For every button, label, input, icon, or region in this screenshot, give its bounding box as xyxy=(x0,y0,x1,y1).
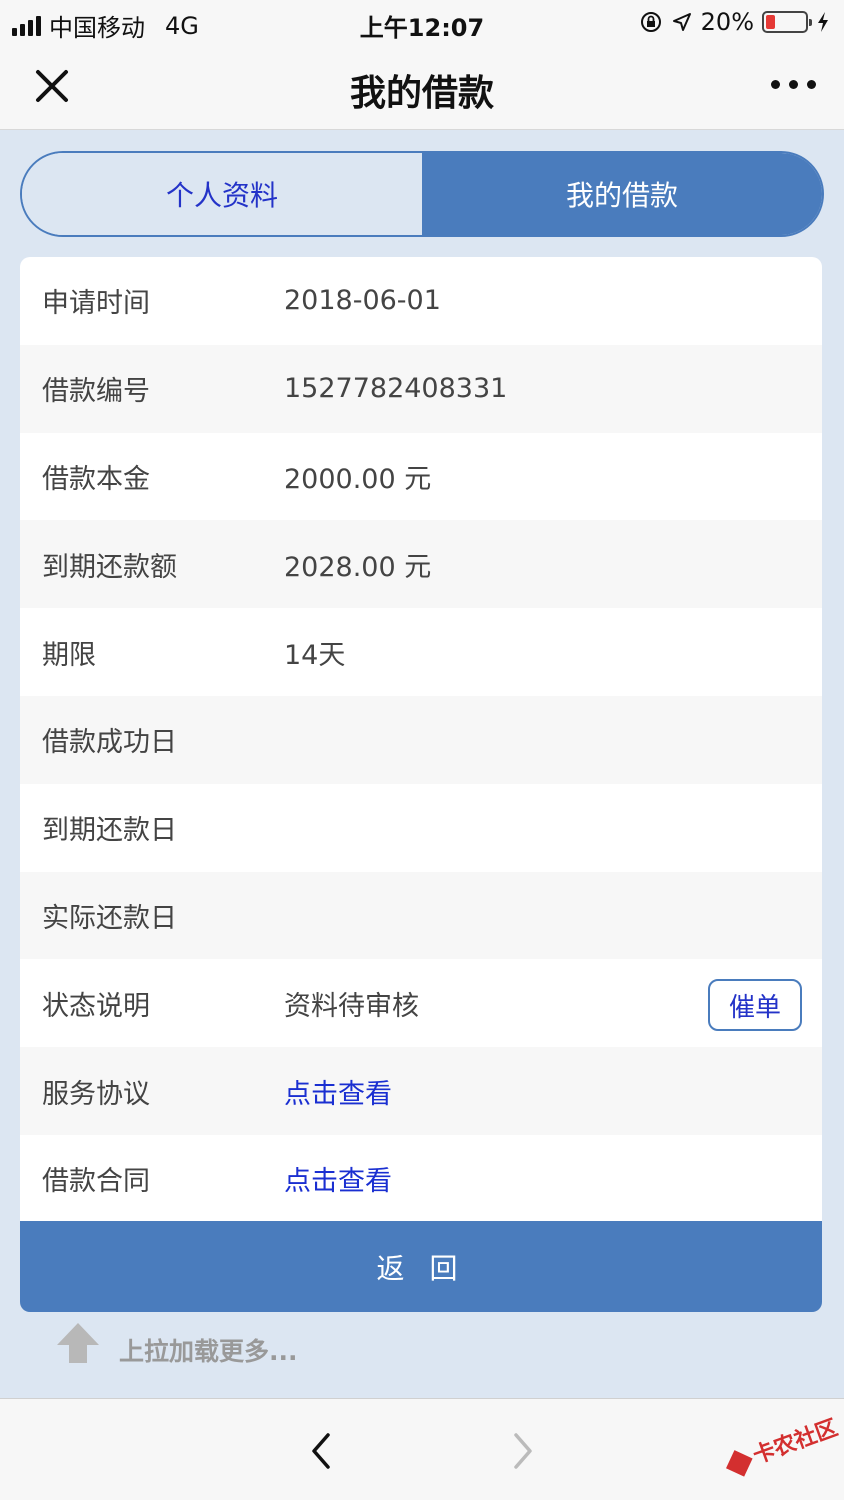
row-label: 实际还款日 xyxy=(42,902,177,934)
row-value: 2028.00 元 xyxy=(284,551,432,583)
loan-details-card: 申请时间 2018-06-01 借款编号 1527782408331 借款本金 … xyxy=(20,257,822,1223)
chevron-right-icon xyxy=(514,1433,532,1469)
more-options-icon[interactable] xyxy=(771,80,816,89)
row-value: 1527782408331 xyxy=(284,373,508,405)
load-more-text: 上拉加载更多... xyxy=(119,1337,298,1366)
back-button[interactable]: 返 回 xyxy=(20,1221,822,1312)
row-label: 借款编号 xyxy=(42,376,150,408)
page-title: 我的借款 xyxy=(349,73,494,114)
row-label: 借款本金 xyxy=(42,463,150,495)
status-bar: 中国移动 4G 上午12:07 20% xyxy=(0,0,844,44)
watermark-text: 卡农社区 xyxy=(749,1415,842,1470)
row-due-amount: 到期还款额 2028.00 元 xyxy=(20,520,822,609)
row-label: 服务协议 xyxy=(42,1078,150,1110)
view-loan-contract-link[interactable]: 点击查看 xyxy=(284,1159,392,1198)
watermark-logo-icon xyxy=(725,1450,753,1477)
row-value: 2000.00 元 xyxy=(284,463,432,495)
row-principal: 借款本金 2000.00 元 xyxy=(20,433,822,521)
tab-personal-info[interactable]: 个人资料 xyxy=(22,153,422,235)
row-status: 状态说明 资料待审核 催单 xyxy=(20,959,822,1047)
up-arrow-icon xyxy=(57,1323,99,1363)
chevron-left-icon[interactable] xyxy=(300,1427,344,1475)
row-value: 2018-06-01 xyxy=(284,285,441,317)
row-label: 期限 xyxy=(42,639,96,671)
row-label: 状态说明 xyxy=(42,990,150,1022)
row-value: 14天 xyxy=(284,639,346,671)
row-apply-time: 申请时间 2018-06-01 xyxy=(20,257,822,345)
row-service-agreement: 服务协议 点击查看 xyxy=(20,1047,822,1135)
tab-switcher: 个人资料 我的借款 xyxy=(20,151,824,237)
watermark: 卡农社区 xyxy=(723,1410,841,1479)
rotation-lock-icon xyxy=(640,12,661,32)
row-label: 到期还款额 xyxy=(42,551,177,583)
browser-toolbar: 卡农社区 xyxy=(0,1398,844,1500)
status-text: 资料待审核 xyxy=(284,990,419,1022)
row-loan-success-date: 借款成功日 xyxy=(20,695,822,784)
row-loan-contract: 借款合同 点击查看 xyxy=(20,1135,822,1223)
row-actual-repay-date: 实际还款日 xyxy=(20,871,822,960)
nav-bar: 我的借款 xyxy=(0,44,844,130)
row-due-date: 到期还款日 xyxy=(20,784,822,872)
row-label: 借款合同 xyxy=(42,1166,150,1198)
row-loan-number: 借款编号 1527782408331 xyxy=(20,344,822,433)
location-arrow-icon xyxy=(672,13,691,31)
battery-percent: 20% xyxy=(700,8,754,36)
row-term: 期限 14天 xyxy=(20,608,822,696)
charging-bolt-icon xyxy=(818,12,828,32)
battery-icon xyxy=(762,11,812,33)
urge-button[interactable]: 催单 xyxy=(708,979,802,1032)
tab-my-loans[interactable]: 我的借款 xyxy=(422,153,822,235)
row-label: 申请时间 xyxy=(42,288,150,320)
row-label: 到期还款日 xyxy=(42,815,177,847)
view-service-agreement-link[interactable]: 点击查看 xyxy=(284,1072,392,1111)
row-label: 借款成功日 xyxy=(42,727,177,759)
load-more-hint: 上拉加载更多... xyxy=(55,1318,298,1368)
